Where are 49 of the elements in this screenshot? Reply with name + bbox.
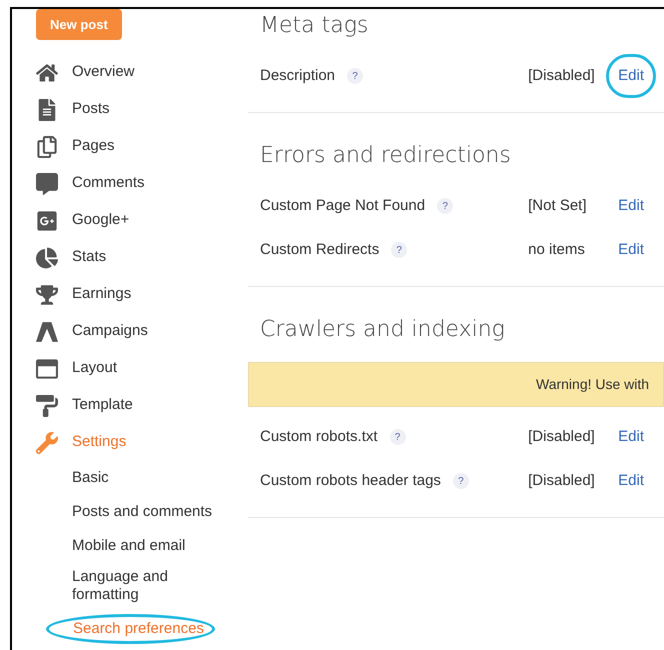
help-icon[interactable]: ?	[452, 473, 469, 489]
settings-subitem[interactable]: Basic	[72, 469, 232, 487]
help-icon[interactable]: ?	[437, 198, 454, 214]
sidebar-item[interactable]: Stats	[72, 246, 106, 269]
setting-value: [Disabled]	[528, 66, 596, 86]
sidebar-item[interactable]: Comments	[72, 172, 145, 195]
section-title: Errors and redirections	[259, 142, 512, 170]
pages-icon	[36, 136, 58, 158]
help-icon[interactable]: ?	[390, 429, 406, 445]
setting-label: Custom robots.txt	[260, 426, 378, 447]
sidebar-item[interactable]: Posts	[72, 98, 110, 121]
sidebar-item[interactable]: Google+	[72, 209, 130, 232]
paint-roller-icon	[36, 394, 58, 416]
help-icon[interactable]: ?	[347, 68, 364, 84]
layout-icon	[36, 358, 58, 380]
setting-value: [Disabled]	[528, 470, 596, 491]
sidebar-item[interactable]: Earnings	[72, 283, 132, 306]
road-icon	[36, 320, 58, 342]
edit-link[interactable]: Edit	[606, 426, 656, 448]
sidebar-item[interactable]: Pages	[72, 135, 115, 158]
edit-link[interactable]: Edit	[606, 470, 656, 492]
wrench-icon	[36, 432, 58, 454]
setting-value: [Not Set]	[528, 196, 588, 216]
edit-link[interactable]: Edit	[606, 238, 656, 262]
section-title: Meta tags	[259, 12, 370, 40]
google-plus-icon	[36, 210, 58, 232]
setting-value: [Disabled]	[528, 426, 596, 447]
settings-subitem[interactable]: Posts and comments	[72, 503, 232, 521]
section-title: Crawlers and indexing	[259, 316, 506, 344]
setting-label: Custom Redirects	[260, 240, 380, 260]
sidebar-item[interactable]: Template	[72, 394, 133, 417]
pie-chart-icon	[36, 246, 58, 268]
warning-banner: Warning! Use with	[248, 362, 664, 407]
setting-label: Custom Page Not Found	[260, 196, 426, 216]
document-stack-icon	[36, 98, 58, 120]
sidebar-item[interactable]: Campaigns	[72, 320, 148, 343]
edit-link[interactable]: Edit	[606, 194, 656, 218]
speech-bubble-icon	[36, 172, 58, 194]
edit-link[interactable]: Edit	[606, 54, 656, 98]
help-icon[interactable]: ?	[391, 242, 408, 258]
settings-subitem[interactable]: Mobile and email	[72, 537, 232, 555]
setting-label: Custom robots header tags	[260, 470, 441, 491]
settings-subitem[interactable]: Language and formatting	[72, 568, 232, 604]
sidebar-item[interactable]: Overview	[72, 61, 135, 84]
sidebar-item[interactable]: Layout	[72, 357, 118, 380]
setting-label: Description	[260, 66, 336, 86]
setting-value: no items	[528, 240, 586, 260]
house-icon	[36, 62, 58, 84]
trophy-icon	[36, 284, 58, 306]
